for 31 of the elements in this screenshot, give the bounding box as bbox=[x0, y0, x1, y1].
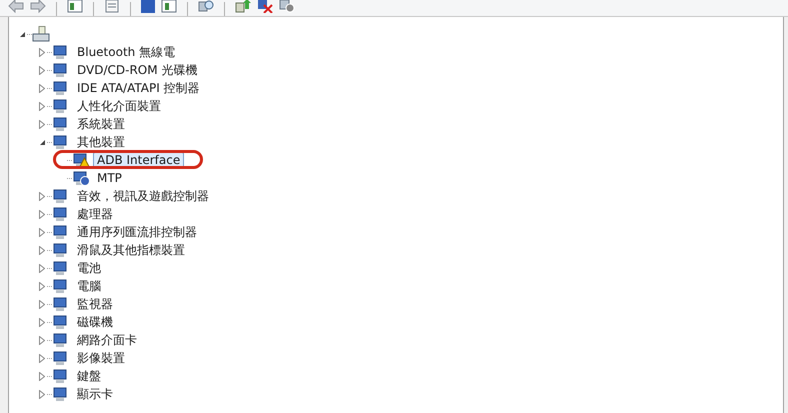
expander-icon[interactable] bbox=[38, 138, 46, 146]
back-icon[interactable] bbox=[8, 0, 24, 13]
tree-item[interactable]: 電腦 bbox=[73, 278, 105, 294]
enable-device-icon[interactable] bbox=[279, 0, 295, 13]
tree-item[interactable]: 其他裝置 bbox=[73, 134, 129, 150]
tree-item[interactable]: 電池 bbox=[73, 260, 105, 276]
expander-icon[interactable] bbox=[18, 30, 26, 38]
console-tree-icon[interactable] bbox=[67, 0, 83, 13]
update-driver-icon[interactable] bbox=[235, 0, 251, 13]
computer-icon bbox=[32, 26, 50, 42]
tree-item[interactable]: MTP bbox=[93, 170, 126, 186]
tree-item[interactable]: 音效，視訊及遊戲控制器 bbox=[73, 188, 213, 204]
tree-item[interactable]: 系統裝置 bbox=[73, 116, 129, 132]
properties-icon[interactable] bbox=[104, 0, 120, 13]
tree-item[interactable]: 磁碟機 bbox=[73, 314, 117, 330]
tree-item[interactable]: 監視器 bbox=[73, 296, 117, 312]
tree-item[interactable]: 處理器 bbox=[73, 206, 117, 222]
tree-item[interactable]: 影像裝置 bbox=[73, 350, 129, 366]
tree-item[interactable]: Bluetooth 無線電 bbox=[73, 44, 180, 60]
tree-item[interactable]: 顯示卡 bbox=[73, 386, 117, 402]
tree-item[interactable]: DVD/CD-ROM 光碟機 bbox=[73, 62, 202, 78]
tree-item[interactable]: 滑鼠及其他指標裝置 bbox=[73, 242, 189, 258]
tree-item[interactable]: 通用序列匯流排控制器 bbox=[73, 224, 201, 240]
tree-item[interactable]: 鍵盤 bbox=[73, 368, 105, 384]
tree-item[interactable]: IDE ATA/ATAPI 控制器 bbox=[73, 80, 204, 96]
uninstall-icon[interactable] bbox=[257, 0, 273, 13]
scan-icon[interactable] bbox=[198, 0, 214, 13]
tree-item[interactable]: 網路介面卡 bbox=[73, 332, 141, 348]
action-pane-icon[interactable] bbox=[161, 0, 177, 13]
forward-icon[interactable] bbox=[30, 0, 46, 13]
tree-item[interactable]: 人性化介面裝置 bbox=[73, 98, 165, 114]
